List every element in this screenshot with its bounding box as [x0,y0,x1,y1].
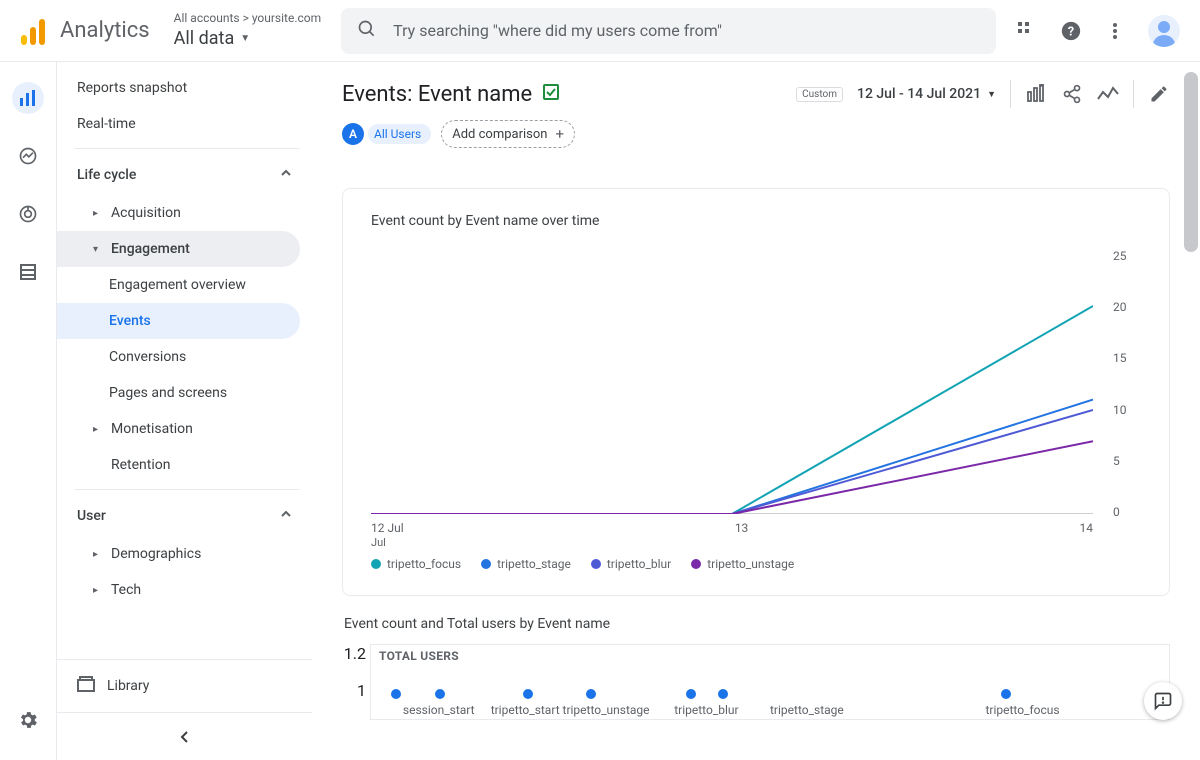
share-icon[interactable] [1061,83,1083,105]
nav-real-time[interactable]: Real-time [57,106,300,142]
nav-collapse-button[interactable] [57,712,312,760]
app-name: Analytics [60,18,150,43]
scatter-title: Event count and Total users by Event nam… [344,616,1168,632]
scatter-label: tripetto_focus [985,703,1059,717]
legend-item[interactable]: tripetto_focus [371,557,461,571]
scatter-dot[interactable] [523,689,533,699]
apps-icon[interactable] [1016,20,1038,42]
nav-monetisation[interactable]: ▸Monetisation [57,411,300,447]
scatter-label: tripetto_unstage [563,703,650,717]
scatter-header: TOTAL USERS [379,649,459,663]
scatter-area: TOTAL USERS session_starttripetto_startt… [370,644,1170,720]
nav-reports-snapshot[interactable]: Reports snapshot [57,70,300,106]
nav-events[interactable]: Events [57,303,300,339]
scatter-dot[interactable] [391,689,401,699]
nav-demographics[interactable]: ▸Demographics [57,536,300,572]
analytics-logo-icon [14,11,54,51]
nav-section-user[interactable]: User [57,496,312,536]
nav-engagement[interactable]: ▾Engagement [57,231,300,267]
edit-icon[interactable] [1148,83,1170,105]
chart-y-axis: 25 20 15 10 5 0 [1101,249,1141,519]
rail-admin-icon[interactable] [12,704,44,736]
nav-tech[interactable]: ▸Tech [57,572,300,608]
nav-retention[interactable]: Retention [57,447,300,483]
chart-card: Event count by Event name over time 25 2… [342,188,1170,596]
scatter-card: Event count and Total users by Event nam… [342,616,1170,720]
nav-engagement-overview[interactable]: Engagement overview [57,267,300,303]
property-picker[interactable]: All accounts > yoursite.com All data ▼ [174,11,322,50]
nav-library[interactable]: Library [57,659,312,712]
date-custom-badge: Custom [796,87,843,102]
nav-acquisition[interactable]: ▸Acquisition [57,195,300,231]
scatter-y-axis: 1.2 1 [342,644,366,720]
main-content: Events: Event name Custom 12 Jul - 14 Ju… [312,62,1200,760]
add-comparison-button[interactable]: Add comparison + [441,120,575,148]
chevron-up-icon [280,167,292,183]
rail-configure-icon[interactable] [12,256,44,288]
scatter-label: tripetto_blur [674,703,738,717]
help-icon[interactable]: ? [1060,20,1082,42]
app-header: Analytics All accounts > yoursite.com Al… [0,0,1200,62]
nav-section-life-cycle[interactable]: Life cycle [57,155,312,195]
page-title: Events: Event name [342,82,532,107]
breadcrumb-main: All data [174,27,235,50]
rail-reports-icon[interactable] [12,82,44,114]
chart-title: Event count by Event name over time [371,213,1141,229]
scrollbar[interactable] [1184,72,1198,252]
date-range-picker[interactable]: 12 Jul - 14 Jul 2021 ▼ [857,86,996,102]
rail-advertising-icon[interactable] [12,198,44,230]
scatter-label: tripetto_stage [770,703,844,717]
breadcrumb-top: All accounts > yoursite.com [174,11,322,27]
scatter-dot[interactable] [718,689,728,699]
scatter-label: tripetto_start [491,703,560,717]
segment-all-users[interactable]: All Users [368,124,431,144]
insights-icon[interactable] [1097,83,1119,105]
scatter-dot[interactable] [435,689,445,699]
svg-text:?: ? [1068,24,1074,39]
nav-pages-screens[interactable]: Pages and screens [57,375,300,411]
chevron-up-icon [280,508,292,524]
chart-legend: tripetto_focus tripetto_stage tripetto_blu… [371,557,1141,571]
more-icon[interactable] [1104,20,1126,42]
icon-rail [0,62,57,760]
caret-down-icon: ▼ [240,32,250,45]
scatter-dot[interactable] [586,689,596,699]
line-chart [371,254,1093,514]
customize-report-icon[interactable] [1025,83,1047,105]
search-placeholder: Try searching "where did my users come f… [393,21,722,40]
account-avatar[interactable] [1148,15,1180,47]
nav-conversions[interactable]: Conversions [57,339,300,375]
segment-badge: A [342,123,364,145]
chart-x-axis: 12 JulJul 13 14 [371,521,1093,549]
legend-item[interactable]: tripetto_stage [481,557,571,571]
search-input[interactable]: Try searching "where did my users come f… [341,8,996,54]
search-icon [357,19,377,43]
library-icon [77,676,95,696]
rail-explore-icon[interactable] [12,140,44,172]
plus-icon: + [555,125,564,143]
verified-icon [542,82,560,107]
legend-item[interactable]: tripetto_unstage [691,557,794,571]
scatter-label: session_start [403,703,475,717]
feedback-button[interactable] [1144,682,1182,720]
scatter-dot[interactable] [1001,689,1011,699]
left-nav: Reports snapshot Real-time Life cycle ▸A… [57,62,312,760]
scatter-dot[interactable] [686,689,696,699]
caret-down-icon: ▼ [987,89,996,100]
legend-item[interactable]: tripetto_blur [591,557,671,571]
